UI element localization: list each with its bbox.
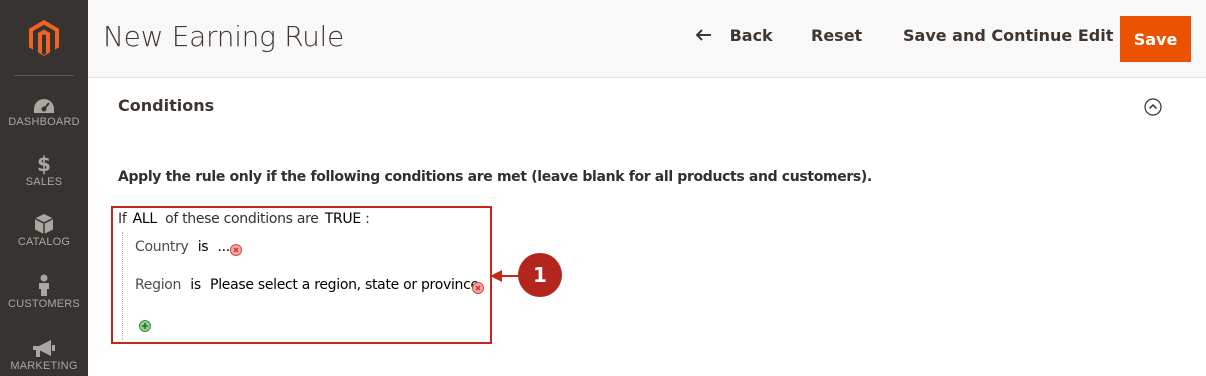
- sidebar-item-label: CATALOG: [17, 236, 71, 248]
- remove-condition-icon[interactable]: [472, 281, 484, 294]
- condition-operator[interactable]: is: [190, 277, 201, 293]
- save-button[interactable]: Save: [1120, 16, 1191, 62]
- condition-operator[interactable]: is: [198, 239, 209, 255]
- condition-value[interactable]: Please select a region, state or provinc…: [210, 277, 483, 293]
- reset-button[interactable]: Reset: [811, 26, 862, 45]
- condition-attribute: Region: [135, 277, 182, 293]
- remove-condition-icon[interactable]: [230, 243, 242, 256]
- colon-label: :: [365, 211, 370, 227]
- chevron-up-icon[interactable]: [1144, 98, 1162, 116]
- megaphone-icon: [33, 334, 55, 358]
- sidebar-item-dashboard[interactable]: DASHBOARD: [0, 90, 88, 150]
- add-condition-icon[interactable]: [139, 319, 151, 332]
- apply-rule-text: Apply the rule only if the following con…: [118, 169, 872, 185]
- page-title: New Earning Rule: [103, 20, 344, 53]
- magento-logo[interactable]: [0, 0, 88, 75]
- page-header: New Earning Rule Back Reset Save and Con…: [88, 0, 1206, 78]
- sidebar-item-label: MARKETING: [10, 360, 78, 372]
- person-icon: [37, 272, 51, 296]
- box-icon: [35, 210, 53, 234]
- condition-row: Region is Please select a region, state …: [135, 277, 483, 293]
- arrow-left-icon: [695, 26, 718, 45]
- condition-attribute: Country: [135, 239, 189, 255]
- aggregator-select[interactable]: ALL: [133, 211, 158, 227]
- back-label: Back: [729, 26, 773, 45]
- condition-row: Country is ...: [135, 239, 230, 255]
- condition-value[interactable]: ...: [217, 239, 230, 255]
- back-button[interactable]: Back: [695, 26, 773, 45]
- sidebar-item-label: CUSTOMERS: [8, 298, 80, 310]
- section-title[interactable]: Conditions: [118, 96, 214, 115]
- sidebar-item-sales[interactable]: $ SALES: [0, 150, 88, 210]
- sidebar-item-label: DASHBOARD: [8, 116, 80, 128]
- logo-divider: [14, 75, 74, 76]
- magento-logo-icon: [29, 19, 59, 56]
- sidebar-item-customers[interactable]: CUSTOMERS: [0, 272, 88, 332]
- dollar-icon: $: [37, 152, 51, 176]
- value-select[interactable]: TRUE: [325, 211, 361, 227]
- callout-badge: 1: [518, 253, 562, 297]
- dashboard-icon: [33, 90, 55, 114]
- conditions-root: If ALL of these conditions are TRUE :: [118, 211, 370, 227]
- sidebar-item-catalog[interactable]: CATALOG: [0, 210, 88, 270]
- of-label: of these conditions are: [165, 211, 319, 227]
- sidebar-item-label: SALES: [25, 176, 63, 188]
- if-label: If: [118, 211, 127, 227]
- admin-sidebar: DASHBOARD $ SALES CATALOG CUSTOMERS MARK…: [0, 0, 88, 376]
- save-and-continue-button[interactable]: Save and Continue Edit: [903, 26, 1113, 45]
- condition-tree-line: [122, 232, 123, 340]
- sidebar-item-marketing[interactable]: MARKETING: [0, 334, 88, 376]
